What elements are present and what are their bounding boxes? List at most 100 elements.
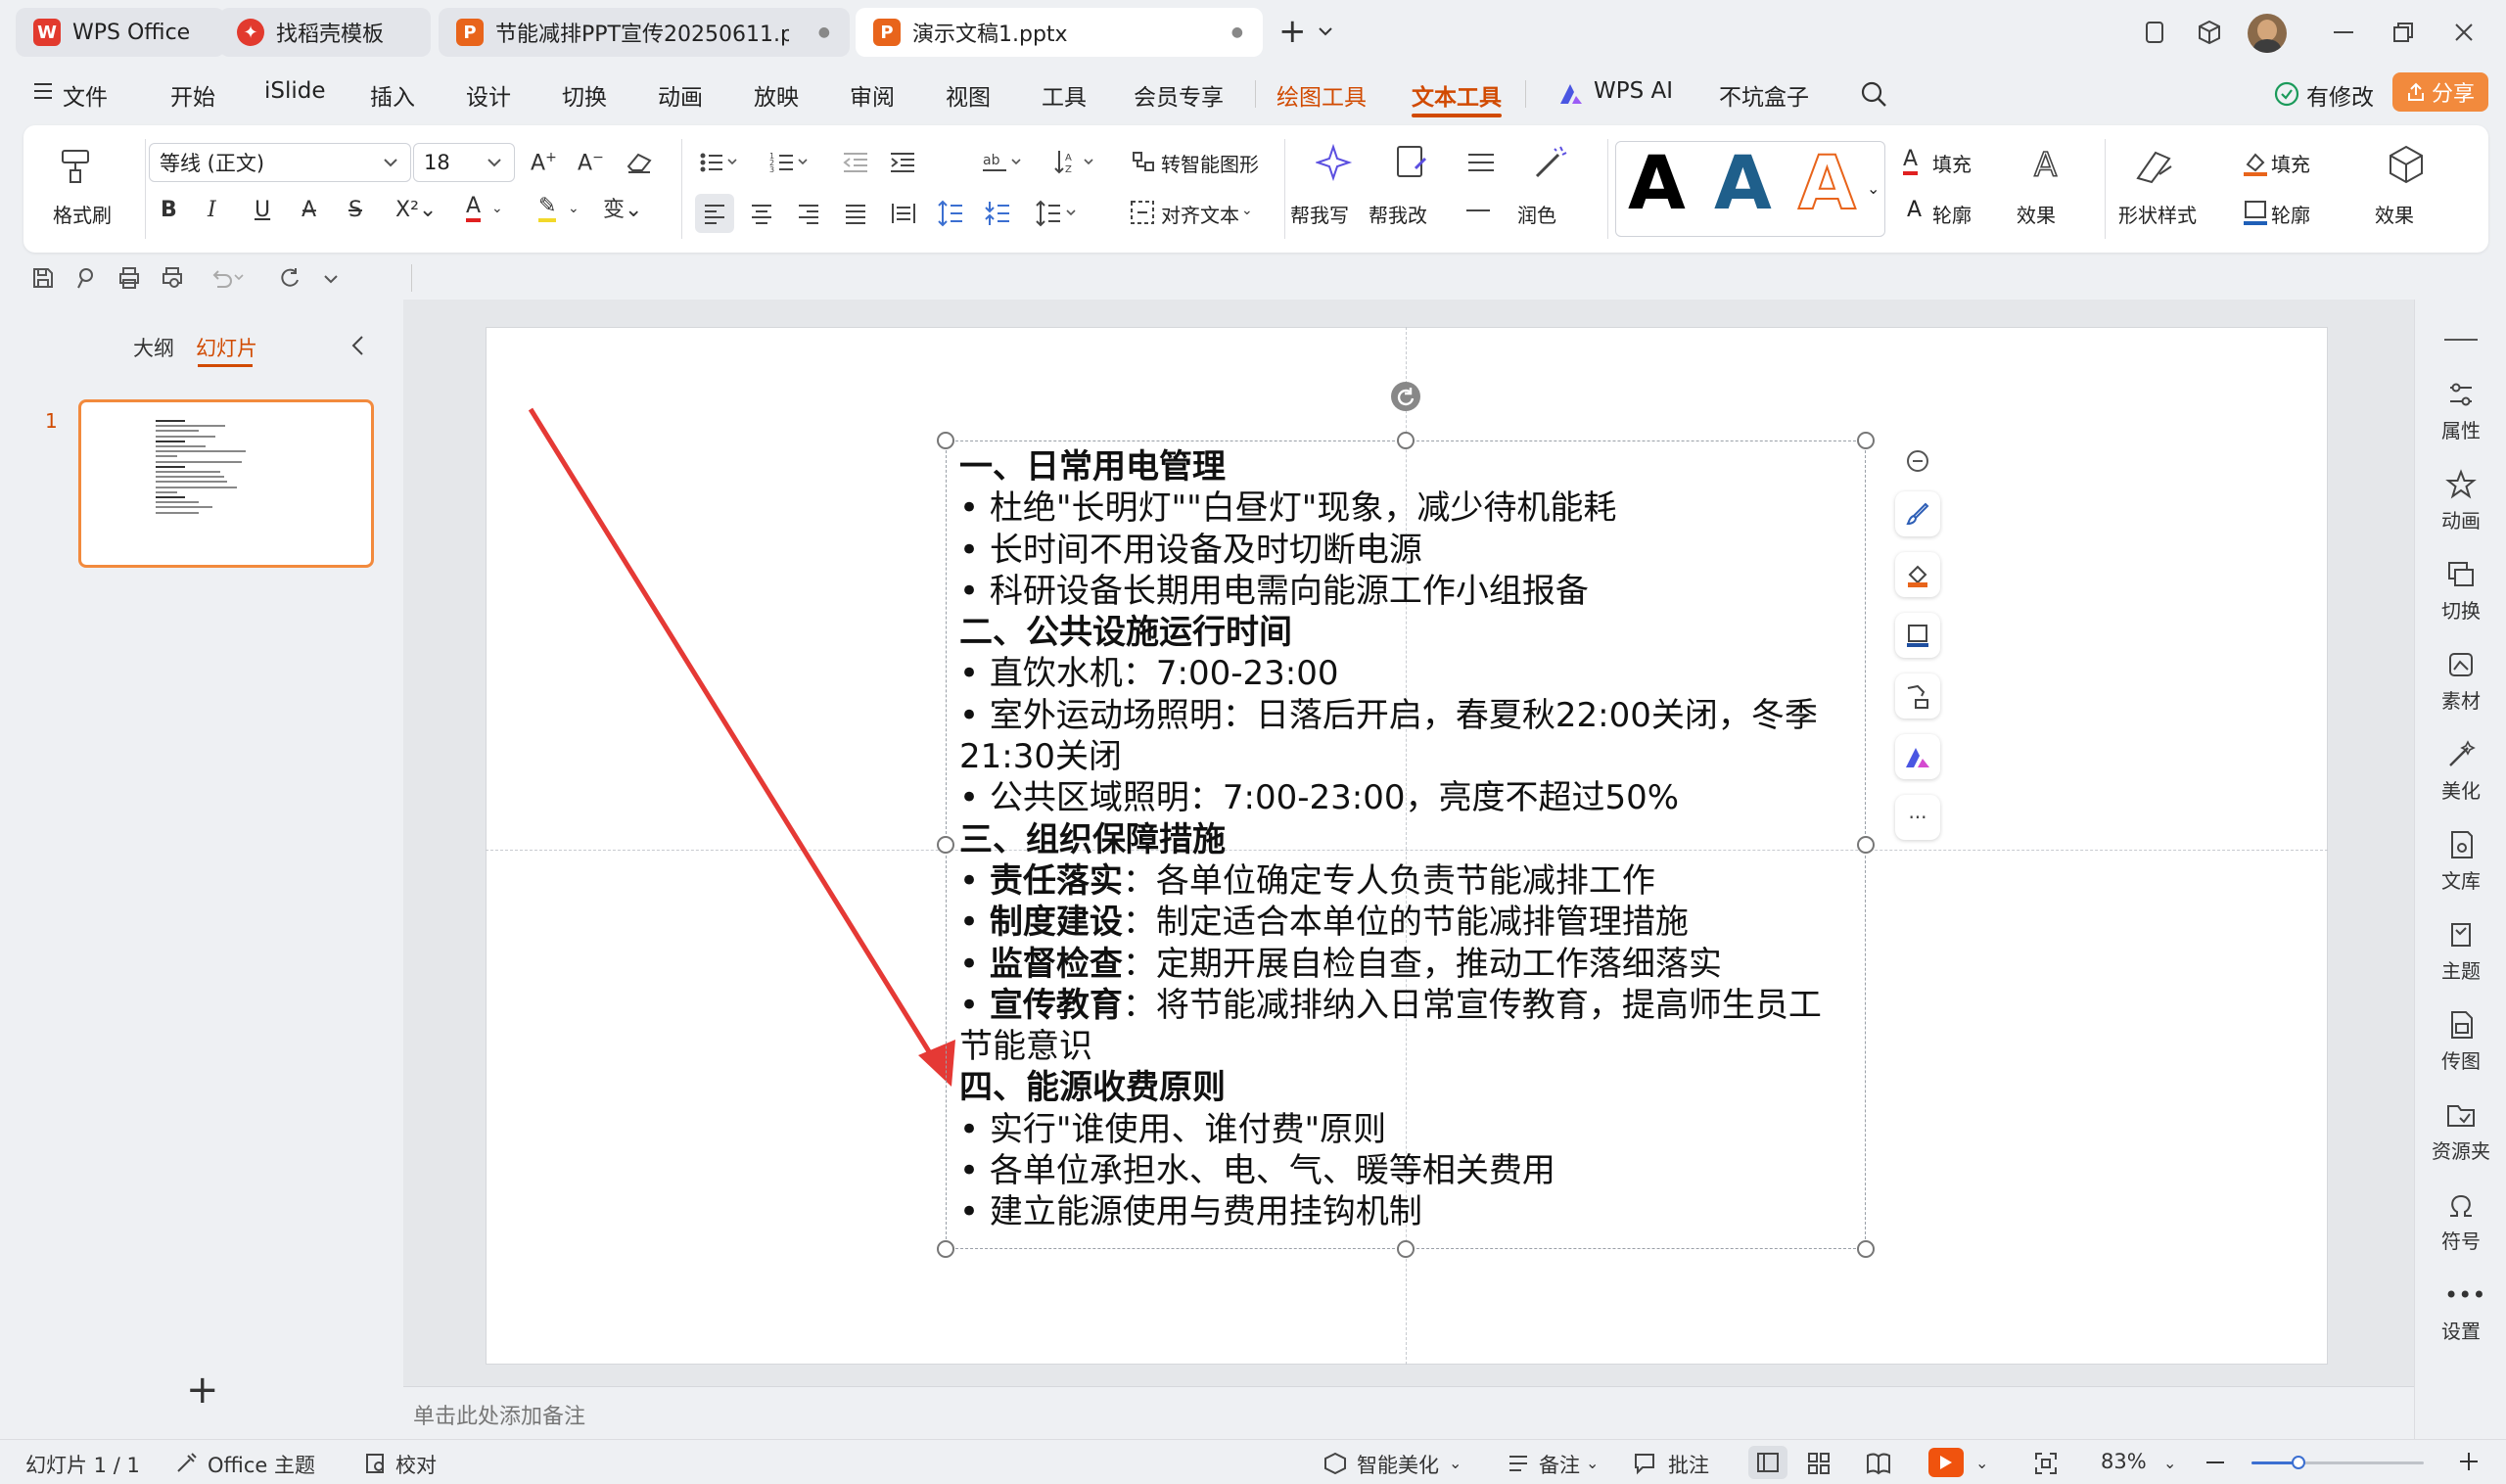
shadow-text-icon[interactable]: S: [348, 200, 362, 221]
menu-drawing-tools[interactable]: 绘图工具: [1276, 78, 1367, 112]
notes-button[interactable]: 备注: [1539, 1450, 1580, 1479]
numbered-list-icon[interactable]: 123: [769, 151, 809, 174]
line-icon[interactable]: [1466, 209, 1490, 211]
reading-view-icon[interactable]: [1866, 1452, 1891, 1475]
gallery-more-icon[interactable]: ⌄: [1867, 179, 1880, 198]
sidebar-item-settings[interactable]: ••• 设置: [2415, 1278, 2506, 1344]
bold-icon[interactable]: B: [161, 200, 177, 221]
resize-handle[interactable]: [937, 1240, 954, 1258]
menu-file[interactable]: 文件: [63, 78, 108, 112]
menu-home[interactable]: 开始: [170, 78, 215, 112]
export-pdf-icon[interactable]: [74, 266, 98, 290]
polish-wand-icon[interactable]: [1531, 143, 1570, 182]
text-outline-icon[interactable]: A: [1907, 200, 1922, 221]
chevron-down-icon[interactable]: ⌄: [1975, 1454, 1988, 1472]
phonetic-guide-icon[interactable]: 变⌄: [603, 200, 642, 221]
text-style-black[interactable]: A: [1628, 146, 1686, 220]
wps-ai-icon[interactable]: [1895, 734, 1940, 779]
window-tile-icon[interactable]: [2142, 20, 2167, 45]
font-color-icon[interactable]: A: [466, 196, 482, 222]
distribute-icon[interactable]: [891, 202, 916, 225]
strikethrough-icon[interactable]: A̶: [302, 200, 316, 221]
resize-handle[interactable]: [937, 836, 954, 854]
avatar[interactable]: [2248, 14, 2287, 53]
cube-icon[interactable]: [2197, 20, 2222, 45]
shape-effect-icon[interactable]: [2387, 145, 2426, 184]
menu-view[interactable]: 视图: [946, 78, 991, 112]
tab-outline[interactable]: 大纲: [133, 333, 174, 362]
smart-beautify-button[interactable]: 智能美化: [1357, 1450, 1439, 1479]
shape-outline-icon[interactable]: [2242, 198, 2269, 225]
help-write-label[interactable]: 帮我写: [1290, 200, 1349, 228]
text-direction-icon[interactable]: ab: [983, 151, 1026, 174]
tab-slides[interactable]: 幻灯片: [196, 333, 257, 362]
save-icon[interactable]: [31, 266, 55, 290]
close-icon[interactable]: [2453, 22, 2475, 43]
increase-font-icon[interactable]: A+: [531, 151, 557, 174]
unsaved-dot-icon[interactable]: ●: [1231, 24, 1243, 40]
text-outline-label[interactable]: 轮廓: [1932, 200, 1972, 228]
zoom-slider-knob[interactable]: [2291, 1456, 2305, 1469]
text-effect-label[interactable]: 效果: [2017, 200, 2056, 228]
brush-icon[interactable]: [1895, 491, 1940, 536]
sidebar-item-materials[interactable]: 素材: [2415, 648, 2506, 714]
clear-format-icon[interactable]: [625, 149, 654, 174]
restore-icon[interactable]: [2392, 22, 2414, 43]
comments-button[interactable]: 批注: [1668, 1450, 1709, 1479]
menu-wps-ai[interactable]: WPS AI: [1594, 78, 1673, 104]
line-spacing-icon[interactable]: [938, 200, 963, 227]
new-tab-button[interactable]: +: [1278, 12, 1307, 51]
menu-transition[interactable]: 切换: [562, 78, 607, 112]
menu-review[interactable]: 审阅: [850, 78, 895, 112]
resize-handle[interactable]: [1857, 1240, 1875, 1258]
zoom-in-icon[interactable]: [2459, 1452, 2479, 1471]
align-text-dropdown[interactable]: 对齐文本: [1161, 200, 1239, 228]
notes-placeholder[interactable]: 单击此处添加备注: [413, 1399, 585, 1430]
undo-icon[interactable]: [209, 266, 247, 290]
redo-icon[interactable]: [278, 266, 302, 290]
print-preview-icon[interactable]: [161, 266, 184, 290]
chevron-down-icon[interactable]: ⌄: [491, 202, 503, 215]
chevron-down-icon[interactable]: ⌄: [1241, 204, 1253, 217]
collapse-pane-icon[interactable]: [350, 335, 364, 356]
customize-toolbar-chevron-icon[interactable]: [323, 274, 339, 286]
shape-outline-label[interactable]: 轮廓: [2271, 200, 2310, 228]
shape-format-icon[interactable]: [1895, 673, 1940, 719]
highlight-icon[interactable]: ✎: [538, 196, 557, 222]
help-change-label[interactable]: 帮我改: [1369, 200, 1427, 228]
resize-handle[interactable]: [937, 432, 954, 449]
text-fill-label[interactable]: 填充: [1932, 149, 1972, 177]
shape-style-icon[interactable]: [2134, 145, 2175, 184]
text-style-blue[interactable]: A: [1714, 146, 1772, 220]
chevron-down-icon[interactable]: ⌄: [1586, 1454, 1599, 1472]
sidebar-item-transition[interactable]: 切换: [2415, 558, 2506, 624]
normal-view-button[interactable]: [1748, 1446, 1787, 1479]
print-icon[interactable]: [117, 266, 141, 290]
menu-islide[interactable]: iSlide: [264, 78, 326, 104]
text-style-gallery[interactable]: A A A ⌄: [1615, 141, 1885, 237]
smart-graphic-icon[interactable]: [1130, 149, 1155, 174]
menu-tools[interactable]: 工具: [1042, 78, 1087, 112]
font-size-select[interactable]: 18: [413, 143, 515, 182]
sidebar-item-resources[interactable]: 资源夹: [2415, 1098, 2506, 1164]
menu-slideshow[interactable]: 放映: [754, 78, 799, 112]
menu-member[interactable]: 会员专享: [1134, 78, 1224, 112]
zoom-out-icon[interactable]: [2206, 1461, 2224, 1463]
menu-animation[interactable]: 动画: [658, 78, 703, 112]
align-left-button[interactable]: [695, 194, 734, 233]
align-center-icon[interactable]: [750, 202, 773, 225]
text-effect-icon[interactable]: A: [2028, 145, 2067, 184]
justify-icon[interactable]: [844, 202, 867, 225]
chevron-down-icon[interactable]: ⌄: [1449, 1454, 1462, 1472]
menu-bukeng[interactable]: 不坑盒子: [1719, 78, 1809, 112]
bullet-list-icon[interactable]: [699, 151, 738, 174]
theme-name[interactable]: Office 主题: [208, 1450, 315, 1479]
underline-icon[interactable]: U: [255, 200, 270, 221]
search-icon[interactable]: [1860, 80, 1887, 108]
shape-style-label[interactable]: 形状样式: [2118, 200, 2197, 228]
tab-docer[interactable]: ✦ 找稻壳模板: [219, 8, 431, 57]
menu-insert[interactable]: 插入: [370, 78, 415, 112]
play-slideshow-button[interactable]: [1928, 1448, 1964, 1477]
zoom-level[interactable]: 83%: [2101, 1450, 2147, 1473]
shape-fill-label[interactable]: 填充: [2271, 149, 2310, 177]
